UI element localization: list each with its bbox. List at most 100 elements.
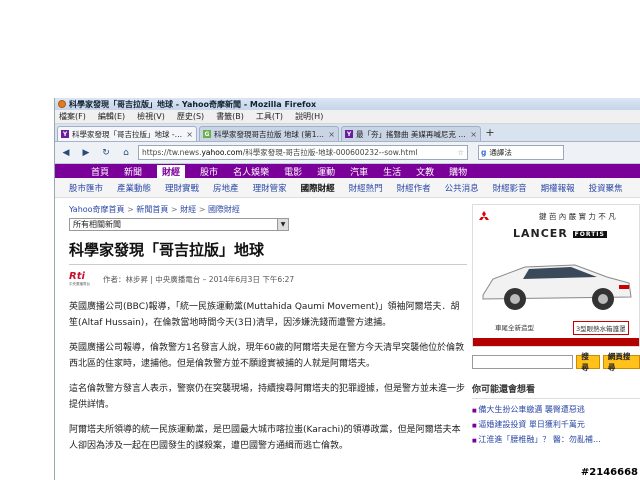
- article-headline: 科學家發現「哥吉拉版」地球: [69, 241, 265, 259]
- subnav-item-active[interactable]: 國際財經: [301, 182, 335, 194]
- search-button[interactable]: 搜尋: [576, 352, 600, 372]
- related-news-dropdown[interactable]: 所有相關新聞 ▼: [69, 218, 289, 231]
- ynav-item[interactable]: 股市: [200, 165, 218, 178]
- subnav-item[interactable]: 財經作者: [397, 182, 431, 194]
- related-link[interactable]: 備大生扮公車繳邁 襲臀遭惡逃: [472, 403, 640, 418]
- search-value: 通譯法: [489, 148, 512, 157]
- firefox-icon: [58, 100, 66, 108]
- subnav-item[interactable]: 公共消息: [445, 182, 479, 194]
- ynav-item[interactable]: 電影: [284, 165, 302, 178]
- ynav-item[interactable]: 文教: [416, 165, 434, 178]
- sidebar-search-input[interactable]: [472, 355, 574, 369]
- subnav-item[interactable]: 股市匯市: [69, 182, 103, 194]
- tab-2[interactable]: G 科學家發現哥吉拉版 地球 (第1頁) - ··· ×: [199, 126, 339, 141]
- article-paragraph: 英國廣播公司報導，倫敦警方1名發言人說，現年60歲的阿爾塔夫是在警方今天清早突襲…: [69, 343, 465, 369]
- ad-tagline: 鍵 芭 內 嚴 實 力 不 凡: [539, 212, 616, 221]
- url-prefix: https://tw.news.: [142, 148, 202, 157]
- chevron-down-icon: ▼: [277, 219, 288, 230]
- google-icon: g: [481, 148, 487, 157]
- ynav-item[interactable]: 生活: [383, 165, 401, 178]
- ynav-item[interactable]: 購物: [449, 165, 467, 178]
- article-paragraph: 這名倫敦警方發言人表示，警察仍在突襲現場，持續搜尋阿爾塔夫的犯罪證據，但是警方並…: [69, 384, 466, 410]
- article-paragraph: 英國廣播公司(BBC)報導，「統一民族運動黨(Muttahida Qaumi M…: [69, 302, 460, 328]
- reload-button[interactable]: ↻: [98, 145, 114, 161]
- tab-3[interactable]: Y 最「夯」搖聲曲 美媒再喊尼克 - Yaho··· ×: [341, 126, 481, 141]
- menu-history[interactable]: 歷史(S): [177, 111, 204, 122]
- tab-bar: Y 科學家發現「哥吉拉版」地球 - Yaho··· × G 科學家發現哥吉拉版 …: [55, 124, 640, 142]
- menu-view[interactable]: 檢視(V): [137, 111, 165, 122]
- ad-caption: 3型眼熱水箱護罩: [573, 321, 629, 335]
- ad-footer: [473, 338, 639, 346]
- browser-window: 科學家發現「哥吉拉版」地球 - Yahoo奇摩新聞 - Mozilla Fire…: [54, 98, 640, 480]
- divider: [69, 264, 467, 265]
- subnav-item[interactable]: 產業動態: [117, 182, 151, 194]
- article-paragraph: 阿爾塔夫所領導的統一民族運動黨，是巴國最大城市喀拉蚩(Karachi)的領導政黨…: [69, 425, 461, 451]
- byline-text: 作者：林步昇 | 中央廣播電台 – 2014年6月3日 下午6:27: [103, 274, 295, 284]
- sidebar: 鍵 芭 內 嚴 實 力 不 凡 LANCER FORTIS 車尾全新造型 3型眼…: [472, 204, 640, 448]
- close-tab-icon[interactable]: ×: [470, 130, 477, 139]
- page-content: Yahoo奇摩首頁 > 新聞首頁 > 財經 > 國際財經 所有相關新聞 ▼ 科學…: [55, 198, 640, 460]
- tab-title: 科學家發現「哥吉拉版」地球 - Yaho···: [72, 129, 184, 139]
- related-links: 備大生扮公車繳邁 襲臀遭惡逃 逼婚建設投資 單日獲利千萬元 江淮進「腰椎融」？ …: [472, 403, 640, 448]
- blank-area: [0, 0, 640, 98]
- ad-caption: 車尾全新造型: [495, 324, 534, 332]
- ynav-item[interactable]: 新聞: [124, 165, 142, 178]
- tab-title: 最「夯」搖聲曲 美媒再喊尼克 - Yaho···: [356, 129, 468, 139]
- menu-bar: 檔案(F) 編輯(E) 檢視(V) 歷史(S) 書籤(B) 工具(T) 說明(H…: [55, 110, 640, 124]
- ynav-item-active[interactable]: 財經: [157, 164, 186, 178]
- watermark: #2146668: [580, 467, 638, 478]
- close-tab-icon[interactable]: ×: [328, 130, 335, 139]
- title-bar: 科學家發現「哥吉拉版」地球 - Yahoo奇摩新聞 - Mozilla Fire…: [55, 98, 640, 110]
- bookmark-star-icon[interactable]: ☆: [457, 148, 464, 157]
- navigation-bar: ◀ ▶ ↻ ⌂ https://tw.news. yahoo.com/科學家發現-…: [55, 142, 640, 164]
- ad-model: LANCER FORTIS: [513, 227, 607, 240]
- may-also-like-heading: 你可能還會想看: [472, 382, 640, 399]
- subnav-item[interactable]: 理財管家: [253, 182, 287, 194]
- ynav-item[interactable]: 汽車: [350, 165, 368, 178]
- subnav-item[interactable]: 期權報報: [541, 182, 575, 194]
- yahoo-icon: Y: [345, 130, 353, 138]
- ynav-item[interactable]: 首頁: [91, 165, 109, 178]
- new-tab-button[interactable]: +: [483, 127, 497, 141]
- menu-help[interactable]: 說明(H): [295, 111, 323, 122]
- site-icon: G: [203, 130, 211, 138]
- home-button[interactable]: ⌂: [118, 145, 134, 161]
- url-path: /科學家發現-哥吉拉版-地球-000600232--sow.html: [242, 148, 418, 157]
- breadcrumb: Yahoo奇摩首頁 > 新聞首頁 > 財經 > 國際財經: [69, 205, 240, 214]
- subnav-item[interactable]: 房地產: [213, 182, 239, 194]
- search-engine-box[interactable]: g 通譯法: [478, 145, 564, 160]
- menu-bookmarks[interactable]: 書籤(B): [216, 111, 244, 122]
- subnav-item[interactable]: 財經影音: [493, 182, 527, 194]
- breadcrumb-link[interactable]: 財經: [180, 205, 196, 214]
- yahoo-icon: Y: [61, 130, 69, 138]
- url-bar[interactable]: https://tw.news. yahoo.com/科學家發現-哥吉拉版-地球-…: [138, 145, 468, 160]
- byline: Rti 中央廣播電台 作者：林步昇 | 中央廣播電台 – 2014年6月3日 下…: [69, 271, 467, 287]
- breadcrumb-link[interactable]: Yahoo奇摩首頁: [69, 205, 125, 214]
- ynav-item[interactable]: 名人娛樂: [233, 165, 269, 178]
- breadcrumb-link[interactable]: 國際財經: [208, 205, 240, 214]
- mitsubishi-logo-icon: [479, 211, 489, 220]
- yahoo-nav: 首頁 新聞 財經 股市 名人娛樂 電影 運動 汽車 生活 文教 購物: [55, 164, 640, 178]
- window-title: 科學家發現「哥吉拉版」地球 - Yahoo奇摩新聞 - Mozilla Fire…: [69, 99, 317, 109]
- url-domain: yahoo.com: [201, 148, 243, 157]
- breadcrumb-link[interactable]: 新聞首頁: [136, 205, 168, 214]
- back-button[interactable]: ◀: [58, 145, 74, 161]
- subnav-item[interactable]: 理財實戰: [165, 182, 199, 194]
- car-advertisement[interactable]: 鍵 芭 內 嚴 實 力 不 凡 LANCER FORTIS 車尾全新造型 3型眼…: [472, 204, 640, 347]
- close-tab-icon[interactable]: ×: [186, 130, 193, 139]
- related-link[interactable]: 江淮進「腰椎融」？ 醫：勿亂補…: [472, 433, 640, 448]
- dropdown-value: 所有相關新聞: [73, 220, 121, 229]
- sidebar-search: 搜尋 網頁搜尋: [472, 352, 640, 372]
- menu-tools[interactable]: 工具(T): [256, 111, 283, 122]
- ynav-item[interactable]: 運動: [317, 165, 335, 178]
- menu-file[interactable]: 檔案(F): [59, 111, 86, 122]
- web-search-button[interactable]: 網頁搜尋: [602, 352, 640, 372]
- forward-button[interactable]: ▶: [78, 145, 94, 161]
- related-link[interactable]: 逼婚建設投資 單日獲利千萬元: [472, 418, 640, 433]
- car-image: [482, 264, 632, 310]
- subnav-item[interactable]: 財經熱門: [349, 182, 383, 194]
- tab-title: 科學家發現哥吉拉版 地球 (第1頁) - ···: [214, 129, 327, 139]
- tab-1[interactable]: Y 科學家發現「哥吉拉版」地球 - Yaho··· ×: [57, 126, 197, 141]
- subnav-item[interactable]: 投資聚焦: [589, 182, 623, 194]
- menu-edit[interactable]: 編輯(E): [98, 111, 125, 122]
